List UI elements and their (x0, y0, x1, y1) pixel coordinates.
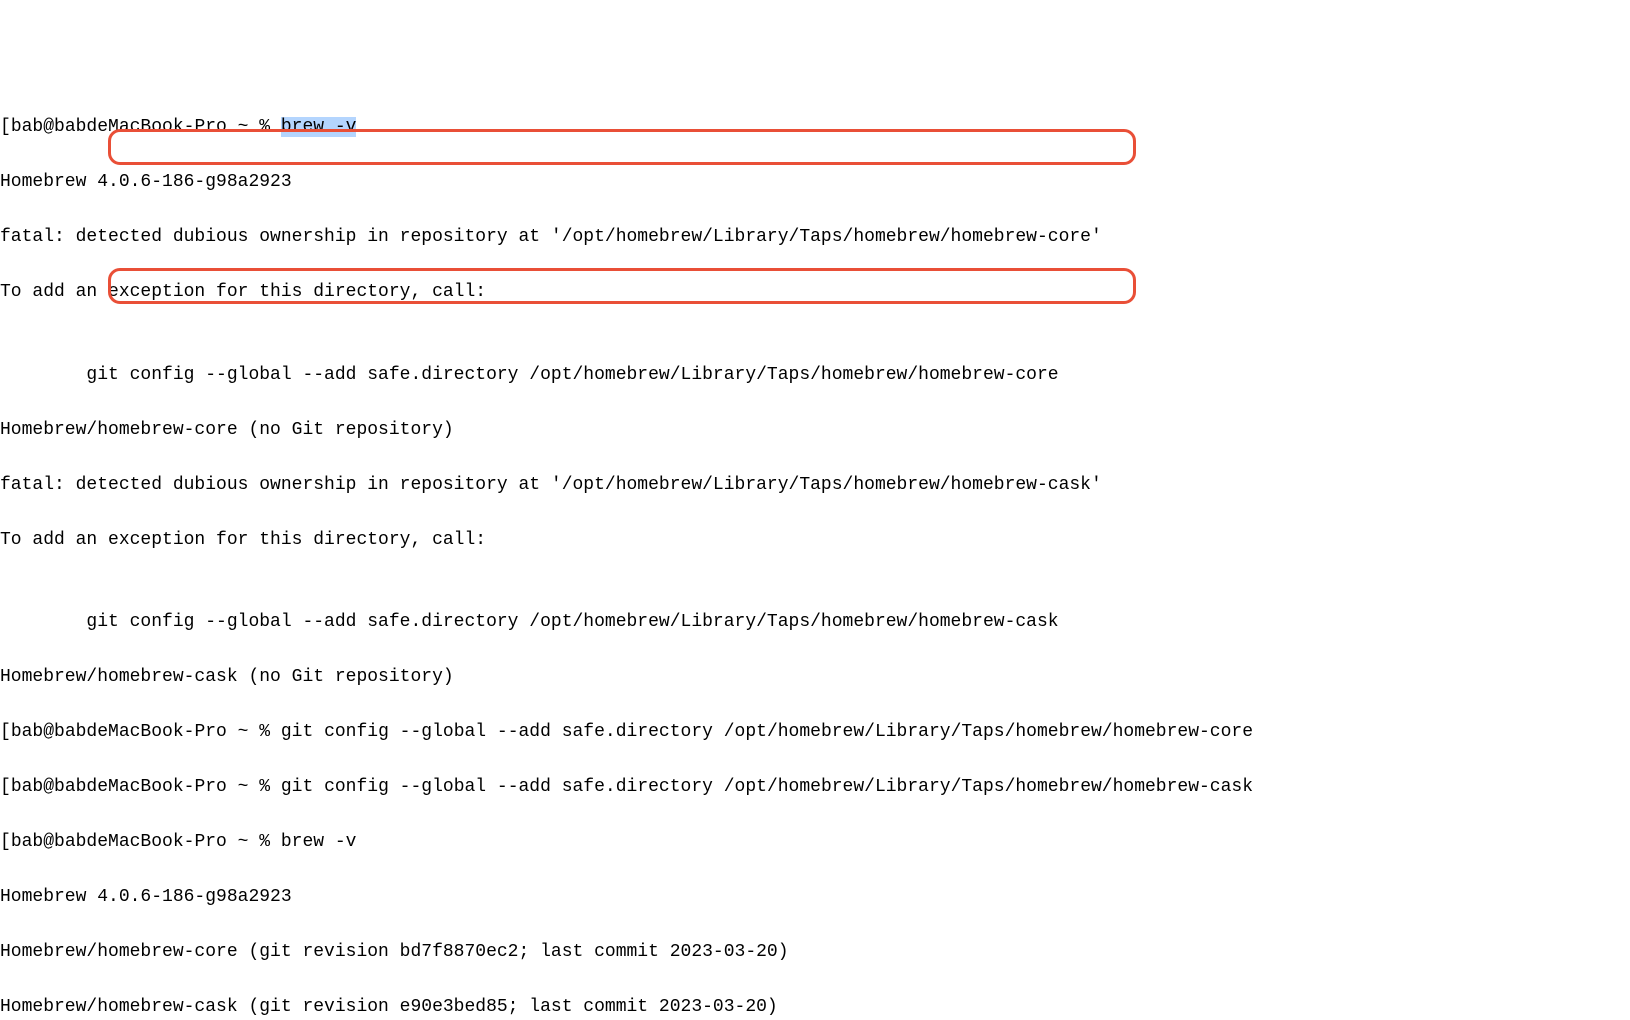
prompt-bracket: [ (0, 777, 11, 797)
prompt-text: bab@babdeMacBook-Pro ~ % (11, 117, 281, 137)
terminal-output: To add an exception for this directory, … (0, 527, 1630, 555)
command-selected[interactable]: brew -v (281, 117, 357, 137)
command-text: git config --global --add safe.directory… (281, 777, 1253, 797)
prompt-bracket: [ (0, 117, 11, 137)
terminal-output: Homebrew/homebrew-cask (no Git repositor… (0, 664, 1630, 692)
command-text: brew -v (281, 832, 357, 852)
terminal-line[interactable]: [bab@babdeMacBook-Pro ~ % git config --g… (0, 774, 1630, 802)
terminal-line[interactable]: [bab@babdeMacBook-Pro ~ % git config --g… (0, 719, 1630, 747)
terminal-output: To add an exception for this directory, … (0, 279, 1630, 307)
prompt-text: bab@babdeMacBook-Pro ~ % (11, 777, 281, 797)
prompt-bracket: [ (0, 722, 11, 742)
terminal-output: Homebrew 4.0.6-186-g98a2923 (0, 884, 1630, 912)
terminal-output: git config --global --add safe.directory… (0, 609, 1630, 637)
command-text: git config --global --add safe.directory… (281, 722, 1253, 742)
terminal-line[interactable]: [bab@babdeMacBook-Pro ~ % brew -v (0, 829, 1630, 857)
prompt-bracket: [ (0, 832, 11, 852)
terminal-output: fatal: detected dubious ownership in rep… (0, 224, 1630, 252)
terminal-output: Homebrew/homebrew-core (git revision bd7… (0, 939, 1630, 967)
prompt-text: bab@babdeMacBook-Pro ~ % (11, 832, 281, 852)
terminal-output: Homebrew/homebrew-cask (git revision e90… (0, 994, 1630, 1020)
terminal-output: Homebrew/homebrew-core (no Git repositor… (0, 417, 1630, 445)
terminal-output: git config --global --add safe.directory… (0, 362, 1630, 390)
prompt-text: bab@babdeMacBook-Pro ~ % (11, 722, 281, 742)
terminal-line[interactable]: [bab@babdeMacBook-Pro ~ % brew -v (0, 114, 1630, 142)
terminal-output: fatal: detected dubious ownership in rep… (0, 472, 1630, 500)
terminal-output: Homebrew 4.0.6-186-g98a2923 (0, 169, 1630, 197)
